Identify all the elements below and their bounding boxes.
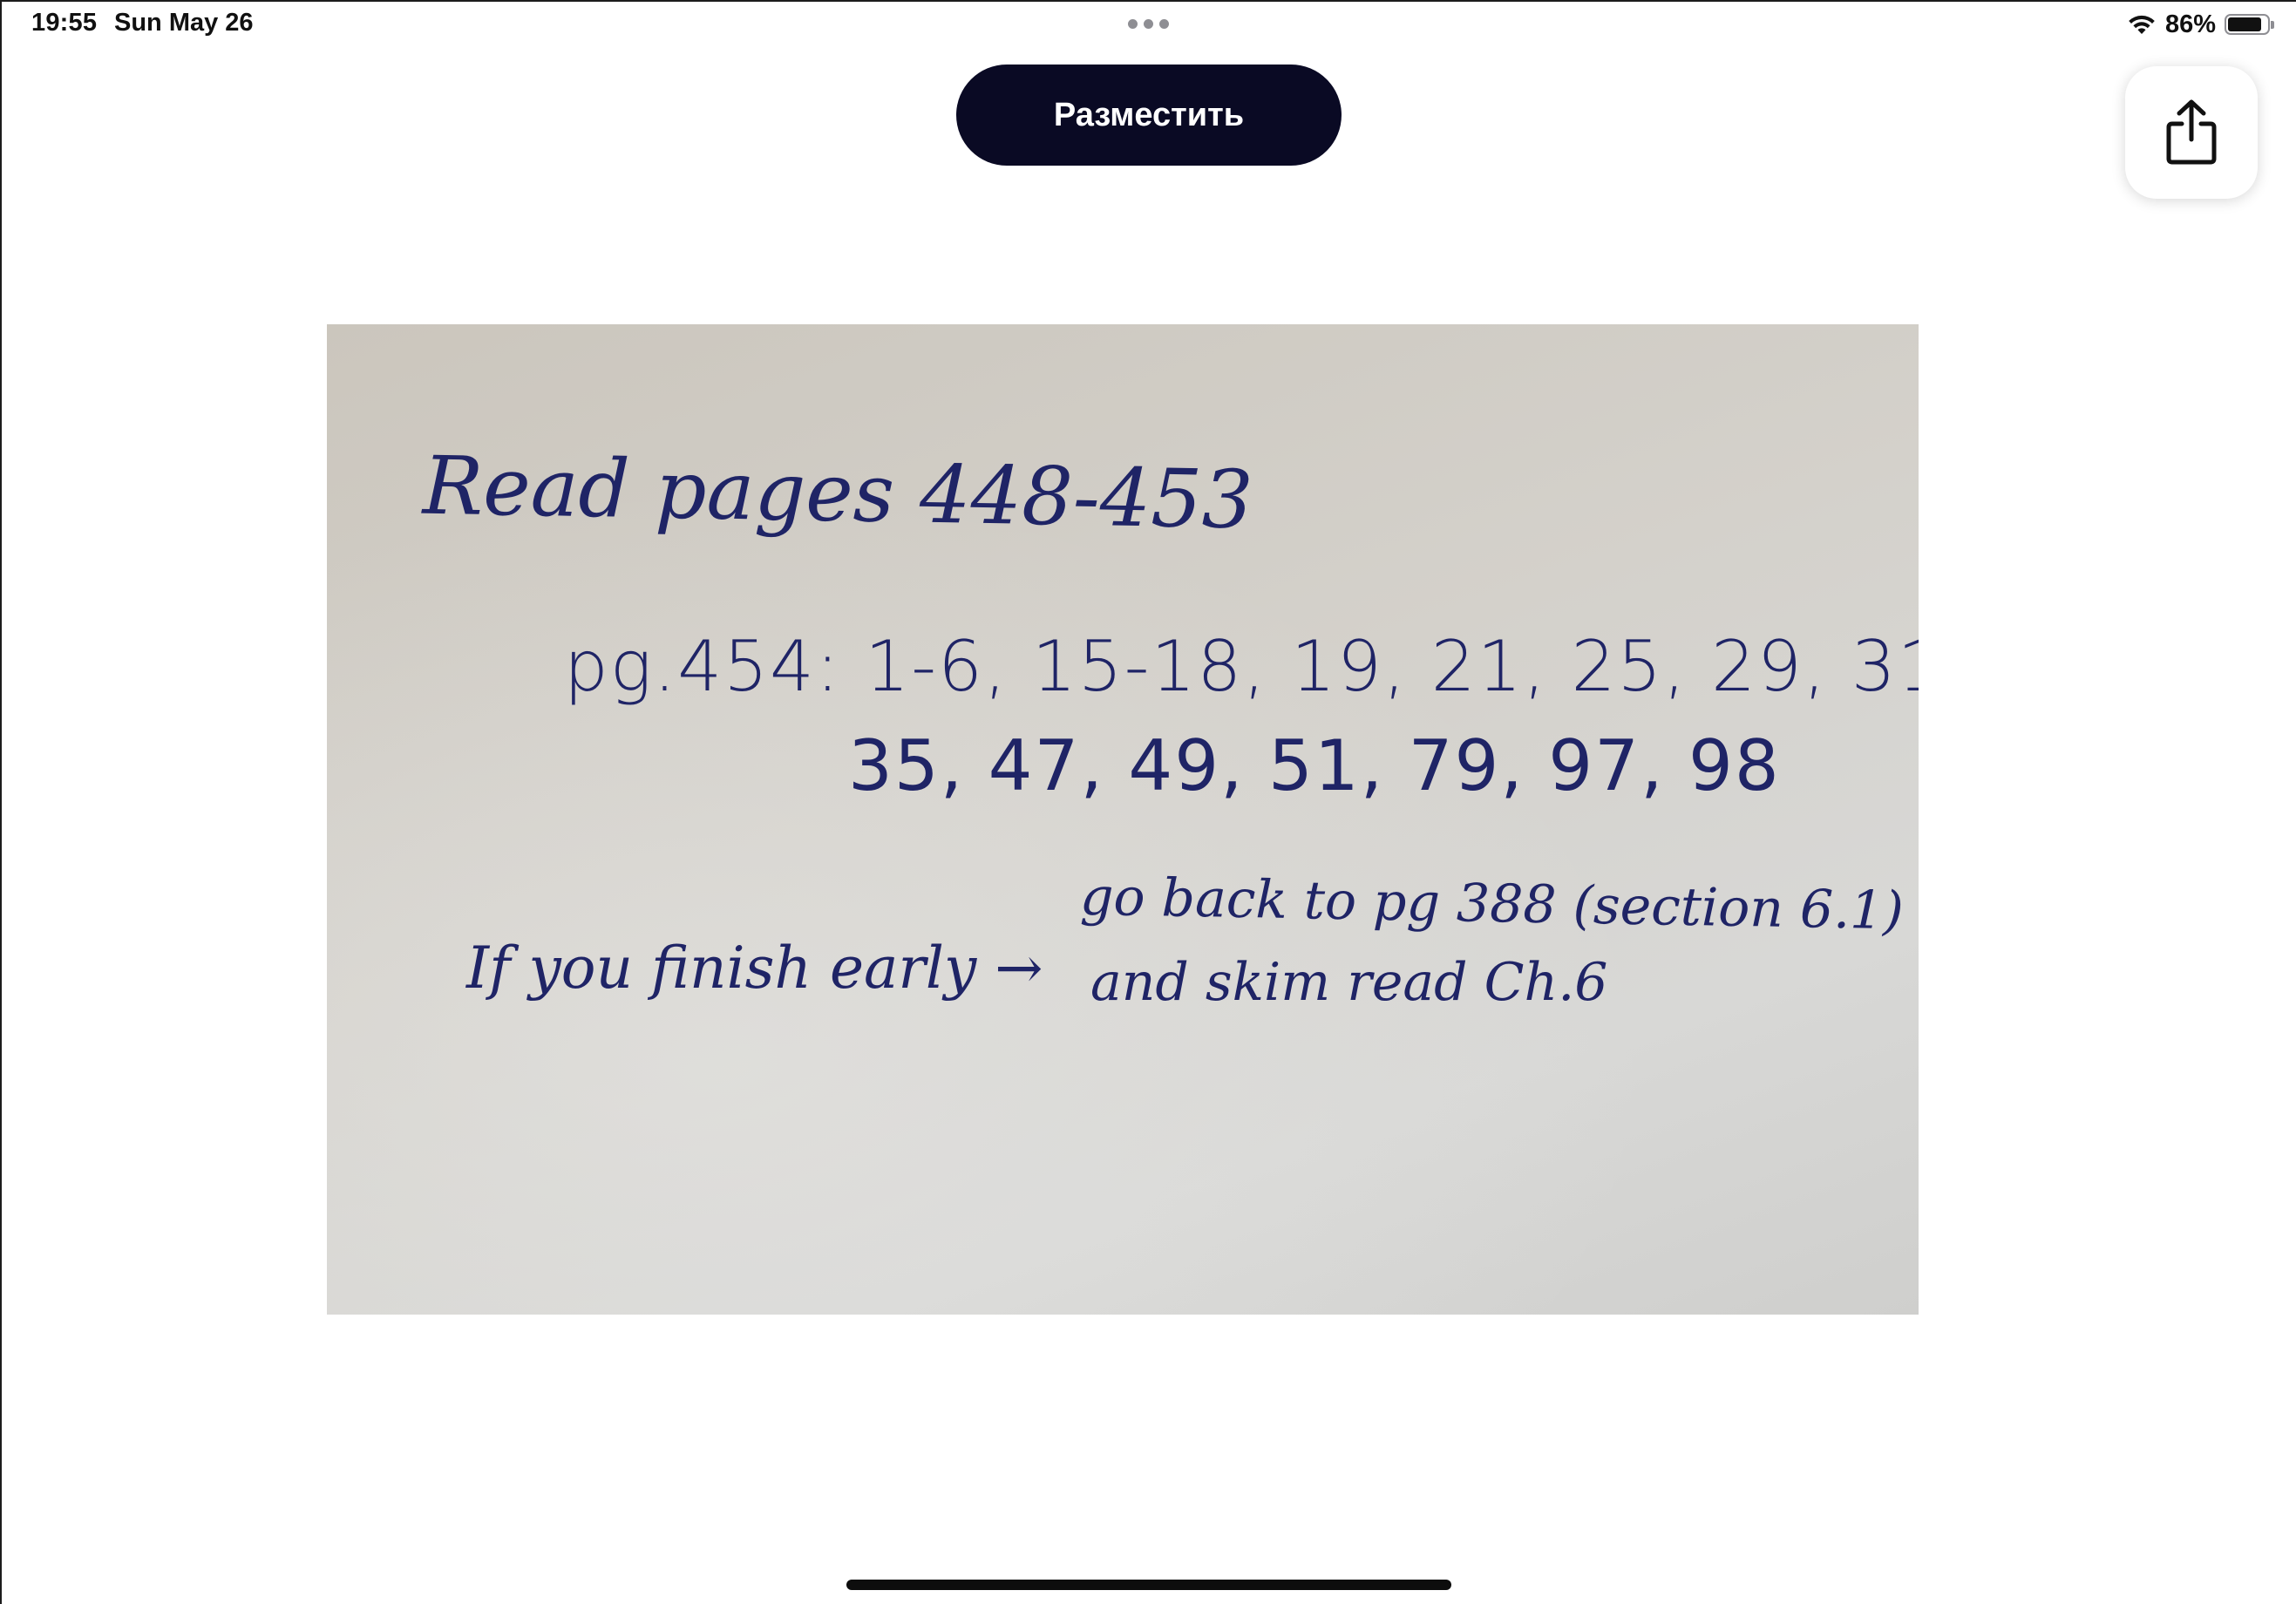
share-icon — [2166, 99, 2217, 165]
status-right-group: 86% — [2127, 9, 2274, 40]
status-time: 19:55 — [31, 9, 98, 37]
battery-level — [2228, 17, 2261, 31]
wifi-icon — [2129, 15, 2155, 34]
home-indicator[interactable] — [846, 1580, 1451, 1590]
multitasking-dots-icon[interactable] — [1128, 19, 1170, 30]
window-left-edge — [0, 0, 2, 1604]
handwritten-line-if-finish-early: If you finish early → — [466, 935, 1043, 1002]
handwritten-line-read-pages: Read pages 448-453 — [422, 438, 1254, 547]
handwritten-line-problems-1: pg.454: 1-6, 15-18, 19, 21, 25, 29, 31, — [564, 626, 1919, 707]
share-button[interactable] — [2125, 66, 2258, 199]
battery-icon — [2225, 14, 2274, 35]
place-button[interactable]: Разместить — [956, 65, 1342, 166]
handwritten-line-problems-2: 35, 47, 49, 51, 79, 97, 98 — [848, 725, 1781, 806]
handwritten-line-go-back: go back to pg 388 (section 6.1) — [1079, 866, 1905, 942]
status-date: Sun May 26 — [114, 9, 254, 37]
handwritten-line-skim-read: and skim read Ch.6 — [1090, 952, 1608, 1013]
whiteboard-photo: Read pages 448-453 pg.454: 1-6, 15-18, 1… — [327, 324, 1919, 1315]
battery-percent: 86% — [2164, 10, 2216, 38]
status-bar: 19:55 Sun May 26 86% — [0, 0, 2296, 49]
